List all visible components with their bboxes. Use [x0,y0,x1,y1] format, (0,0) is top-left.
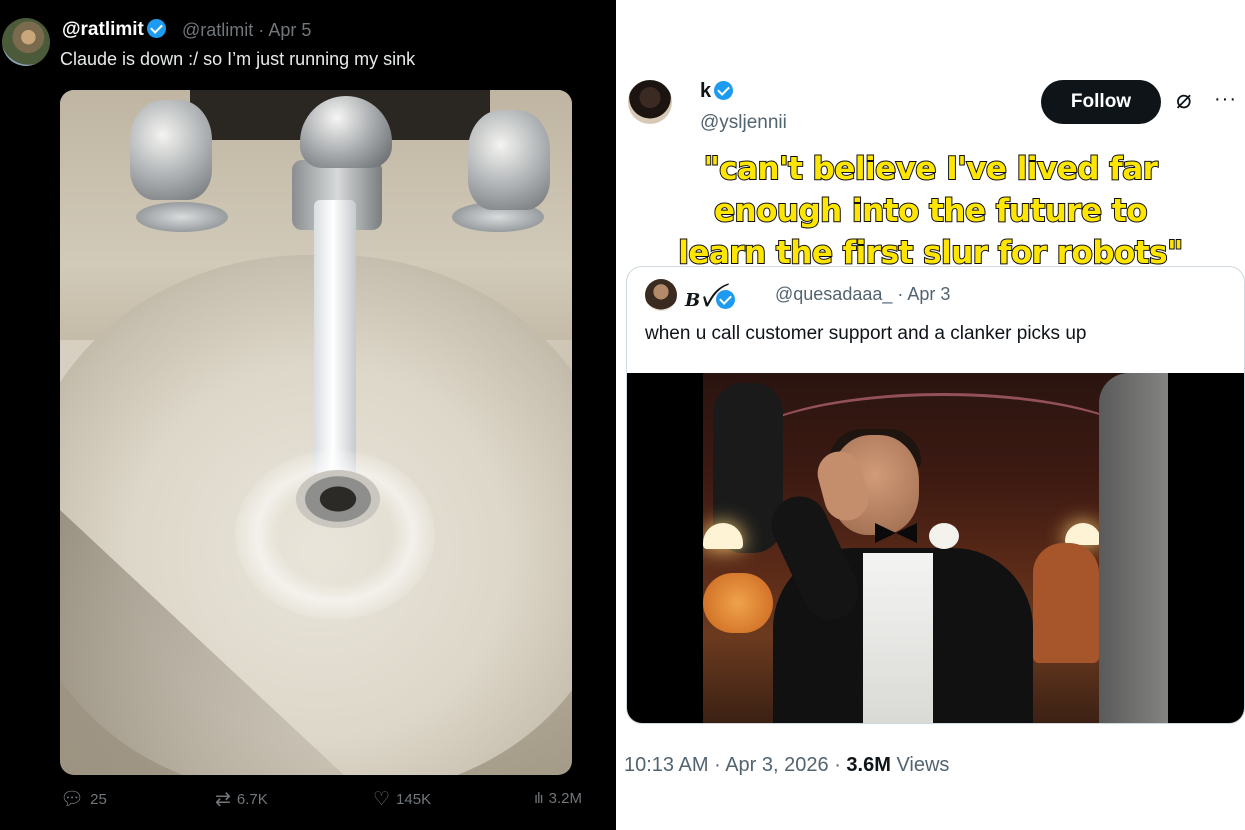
boutonniere [929,523,959,549]
avatar[interactable] [2,18,50,66]
knob-base-left [136,202,228,232]
quoted-photo[interactable] [627,373,1244,723]
standing-person [1099,373,1168,723]
verified-badge-icon [715,290,735,309]
quoted-date[interactable]: Apr 3 [907,284,950,304]
tweet-meta: 10:13 AM · Apr 3, 2026 · 3.6M Views [624,754,949,777]
avatar[interactable] [628,80,672,124]
handle[interactable]: @ratlimit [182,20,253,40]
views-count: 3.2M [548,790,583,807]
caption-line: "can't believe I've lived far [703,150,1159,188]
verified-badge-icon [714,81,734,100]
flowers [703,573,773,633]
repost-button[interactable]: ⇄ 6.7K [215,790,268,809]
views-button[interactable]: ılı 3.2M [534,790,582,807]
white-shirt [863,553,933,723]
repost-count: 6.7K [236,791,268,808]
views-chart-icon: ılı [534,790,544,807]
quoted-handle-and-date: @quesadaaa_ · Apr 3 [775,284,950,305]
tweet-actions: 💬︎ 25 ⇄ 6.7K ♡ 145K ılı 3.2M [60,790,605,820]
heart-icon: ♡ [373,789,391,810]
display-name[interactable]: @ratlimit [62,19,166,41]
quoted-text: when u call customer support and a clank… [645,323,1087,344]
right-tweet-panel: k @ysljennii Follow ⌀ ··· "can't believe… [616,0,1245,830]
quoted-display-name-text[interactable]: Bꪜ [685,290,713,311]
display-name[interactable]: k [700,80,734,103]
separator-dot: · [897,284,908,304]
table-lamp [1065,523,1101,545]
display-name-text[interactable]: @ratlimit [62,19,144,40]
display-name-text[interactable]: k [700,80,711,102]
quoted-handle[interactable]: @quesadaaa_ [775,284,892,304]
separator-dot: · [834,754,847,776]
verified-badge-icon [146,19,166,38]
follow-button[interactable]: Follow [1041,80,1161,124]
like-button[interactable]: ♡ 145K [373,790,431,809]
drain [296,470,380,528]
tweet-text: Claude is down :/ so I’m just running my… [60,49,416,69]
left-tweet-panel: @ratlimit @ratlimit · Apr 5 Claude is do… [0,0,616,830]
more-options-icon[interactable]: ··· [1214,88,1237,111]
views-count: 3.6M [846,754,891,776]
handle-and-date: @ratlimit · Apr 5 [182,20,311,41]
chair [1033,543,1099,663]
quoted-display-name[interactable]: Bꪜ [685,283,735,321]
separator-dot: · [714,754,726,776]
separator-dot: · [258,20,269,40]
tweet-time[interactable]: 10:13 AM [624,754,709,776]
reply-icon: 💬︎ [60,789,85,810]
quoted-avatar[interactable] [645,279,677,311]
reply-button[interactable]: 💬︎ 25 [60,790,107,809]
tweet-date[interactable]: Apr 5 [268,20,311,40]
photo-scene [703,373,1168,723]
handle[interactable]: @ysljennii [700,112,787,134]
reply-count: 25 [90,791,107,808]
quoted-tweet[interactable]: Bꪜ @quesadaaa_ · Apr 3 when u call custo… [626,266,1245,724]
tweet-full-date[interactable]: Apr 3, 2026 [725,754,828,776]
like-count: 145K [396,791,432,808]
repost-icon: ⇄ [215,789,231,810]
stage-arc [733,393,1153,513]
meme-caption: "can't believe I've lived far enough int… [616,148,1245,274]
caption-line: enough into the future to [713,192,1149,230]
faucet-knob-left [130,100,212,200]
views-label: Views [896,754,950,776]
grok-icon[interactable]: ⌀ [1176,86,1192,112]
tweet-photo-sink[interactable] [60,90,572,775]
faucet-knob-right [468,110,550,210]
